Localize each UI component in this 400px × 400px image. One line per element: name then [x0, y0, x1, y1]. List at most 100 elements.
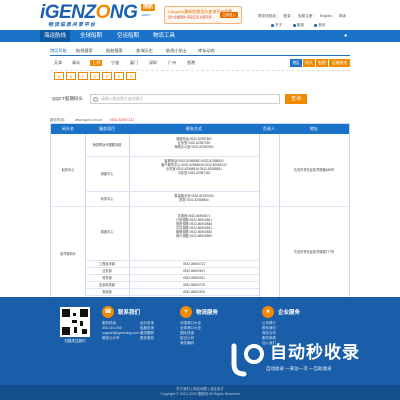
letter-e[interactable]: E — [102, 72, 112, 80]
table-cell-contacts: 0532-86900811 — [182, 276, 206, 280]
port-xiamen[interactable]: 厦门 — [130, 60, 138, 66]
logo-slogan: 物流信息共享平台 — [48, 22, 97, 28]
footer-contact-lines: 服务热线: 400-116-906 support@igenzong.com 微… — [102, 321, 140, 340]
watermark: 自动秒收录 自动收录 一来访一次 一自助收录 — [226, 340, 388, 382]
letter-g[interactable]: G — [126, 72, 136, 80]
filter-terminal-button[interactable]: 码头 — [303, 59, 315, 67]
watermark-subtitle: 自动收录 一来访一次 一自助收录 — [266, 366, 332, 371]
copyright-bar: 关于我们 | 网站地图 | 诚征英才 Copyright © 2012-2025… — [0, 385, 400, 400]
search-area: QQCT船期码头 请输入查询港口或关键词 查询 — [50, 92, 350, 106]
info-url[interactable]: www.qqct.com.cn — [75, 118, 102, 122]
table-cell-contacts: 集装箱业务:0532-82987500 财务:0532-82988850 — [174, 194, 214, 202]
table-cell-contacts: 总调度:0532-86900871 计划调度:0532-86900861 值班调… — [176, 214, 212, 238]
home-icon — [314, 23, 318, 27]
port-guangzhou[interactable]: 广州 — [168, 60, 176, 66]
th-name: 码头名 — [62, 126, 74, 131]
table-cell-contacts: 调度电话:0532-82987502 业务室:0532-82987281 海铁办… — [174, 137, 214, 149]
table-header: 码头名 服务项目 联系方式 负责人 地址 — [51, 124, 349, 134]
search-placeholder: 请输入查询港口或关键词 — [101, 97, 143, 101]
table-cell-service: 海铁联运代理服务部 — [92, 143, 122, 147]
port-filter: 天津 青岛 上海 宁波 厦门 深圳 广州 香港 港区 码头 船期 运输查询 — [50, 59, 350, 68]
search-button[interactable]: 查询 — [285, 94, 307, 104]
table-cell-service: 财务部 — [102, 276, 112, 280]
promo-banner[interactable]: CargoGo最新船期运价查询平台免费 运价全面更新 海运空运 全程可视 立即进… — [164, 6, 242, 24]
search-input[interactable]: 请输入查询港口或关键词 — [90, 94, 280, 104]
table-cell-contacts: 0532-86900621 — [182, 269, 206, 273]
search-label: QQCT船期码头 — [52, 96, 83, 101]
subtab-history[interactable]: 查询历史 — [136, 48, 153, 54]
table-cell-service: 调度中心 — [100, 172, 114, 176]
port-qingdao[interactable]: 青岛 — [72, 60, 80, 66]
table-cell-service: 信息科技部 — [99, 283, 115, 287]
search-icon — [93, 97, 98, 102]
subtab-route-search[interactable]: 航线搜索 — [76, 48, 93, 54]
nav-user-entry[interactable]: ● 企业入口 — [344, 30, 350, 87]
nav-item-sea[interactable]: 海运航线 — [40, 30, 70, 42]
subtab-stock[interactable]: 库存动态 — [198, 48, 215, 54]
phone-icon: ☎ — [102, 306, 114, 318]
footer-logistics-title: 物流服务 — [196, 310, 219, 316]
letter-c[interactable]: C — [78, 72, 88, 80]
port-ningbo[interactable]: 宁波 — [111, 60, 119, 66]
table-row-name: 前湾港码头 — [60, 252, 76, 256]
subtab-port-nav[interactable]: 港区导航 — [50, 48, 67, 54]
info-label: 服务热线： — [50, 118, 68, 122]
filter-port-button[interactable]: 港区 — [290, 59, 302, 67]
letter-filter: A B C D E F G — [50, 70, 350, 80]
user-icon: ● — [344, 33, 348, 39]
port-shenzhen[interactable]: 深圳 — [149, 60, 157, 66]
th-address: 地址 — [310, 126, 318, 131]
footer-link[interactable]: 更多服务 — [140, 336, 154, 341]
table-cell-service: 业务部 — [102, 269, 112, 273]
table-cell-service: 商务中心 — [100, 197, 114, 201]
footer-link[interactable]: 海关编码 — [180, 341, 201, 346]
port-tianjin[interactable]: 天津 — [54, 60, 62, 66]
copyright-text: Copyright © 2012-2025 搜航网 All Rights Res… — [160, 392, 240, 396]
port-shanghai[interactable]: 上海 — [90, 60, 102, 66]
table-cell-address: 青岛市黄岛区前湾港路688号 — [293, 168, 335, 172]
logistics-icon: ✈ — [180, 306, 192, 318]
top-links: 帮您找航线| 登录| 免费注册| English| 简体 — [258, 14, 347, 18]
filter-schedule-button[interactable]: 船期 — [316, 59, 328, 67]
letter-f[interactable]: F — [114, 72, 124, 80]
subtab-ship-search[interactable]: 船舶搜索 — [106, 48, 123, 54]
logo-wordmark: iGENZONG — [40, 2, 138, 23]
footer-contact-title: 联系我们 — [118, 310, 141, 316]
filter-transport-button[interactable]: 运输查询 — [329, 59, 350, 67]
headset-icon — [292, 23, 296, 27]
logo-com: .com — [141, 12, 150, 17]
info-phone: 0532-82987222 — [109, 118, 135, 122]
table-cell-contacts: 客服电话:0532-82988860 0532-82988840 客户服务中心:… — [161, 159, 227, 175]
top-about[interactable]: 关于 — [271, 23, 285, 28]
table-cell-service: 查验部 — [102, 290, 112, 294]
qr-code — [60, 307, 90, 337]
enterprise-icon: ★ — [262, 306, 274, 318]
sub-nav: 港区导航 航线搜索 船舶搜索 查询历史 航线小贴士 库存动态 — [50, 46, 350, 56]
letter-d[interactable]: D — [90, 72, 100, 80]
footer-enterprise-title: 企业服务 — [278, 310, 301, 316]
info-icon — [271, 23, 274, 27]
table-cell-address: 青岛市黄岛区前湾港路777号 — [293, 250, 335, 254]
letter-a[interactable]: A — [54, 72, 64, 80]
site-logo[interactable]: iGENZONG 搜航 .com 物流信息共享平台 — [40, 3, 158, 28]
promo-button[interactable]: 立即进入 — [220, 12, 238, 18]
th-contact: 联系方式 — [186, 126, 202, 131]
table-cell-contacts: 0532-86900729 — [182, 283, 206, 287]
logo-badge: 搜航 — [141, 4, 156, 11]
footer-sea-services: 运价查询 船期查询 箱货跟踪 更多服务 — [140, 321, 154, 341]
nav-item-tools[interactable]: 物流工具 — [148, 30, 180, 42]
letter-b[interactable]: B — [66, 72, 76, 80]
top-service[interactable]: 客服 — [292, 23, 307, 28]
top-icons: 关于 客服 首页 — [271, 13, 351, 27]
info-row: 服务热线： www.qqct.com.cn 0532-82987222 — [50, 108, 350, 122]
table-cell-service: 调度中心 — [100, 230, 114, 234]
th-service: 服务项目 — [99, 126, 115, 131]
nav-item-air[interactable]: 空运船期 — [112, 30, 144, 42]
table-row-name: 船务中心 — [61, 168, 75, 172]
table-cell-contacts: 0532-86900722 — [182, 262, 206, 266]
port-hongkong[interactable]: 香港 — [187, 60, 195, 66]
subtab-tips[interactable]: 航线小贴士 — [166, 48, 187, 54]
top-home[interactable]: 首页 — [314, 23, 328, 28]
table-cell-contacts: 0532-86900876 — [182, 290, 206, 294]
nav-item-schedule[interactable]: 全球船期 — [74, 30, 108, 42]
